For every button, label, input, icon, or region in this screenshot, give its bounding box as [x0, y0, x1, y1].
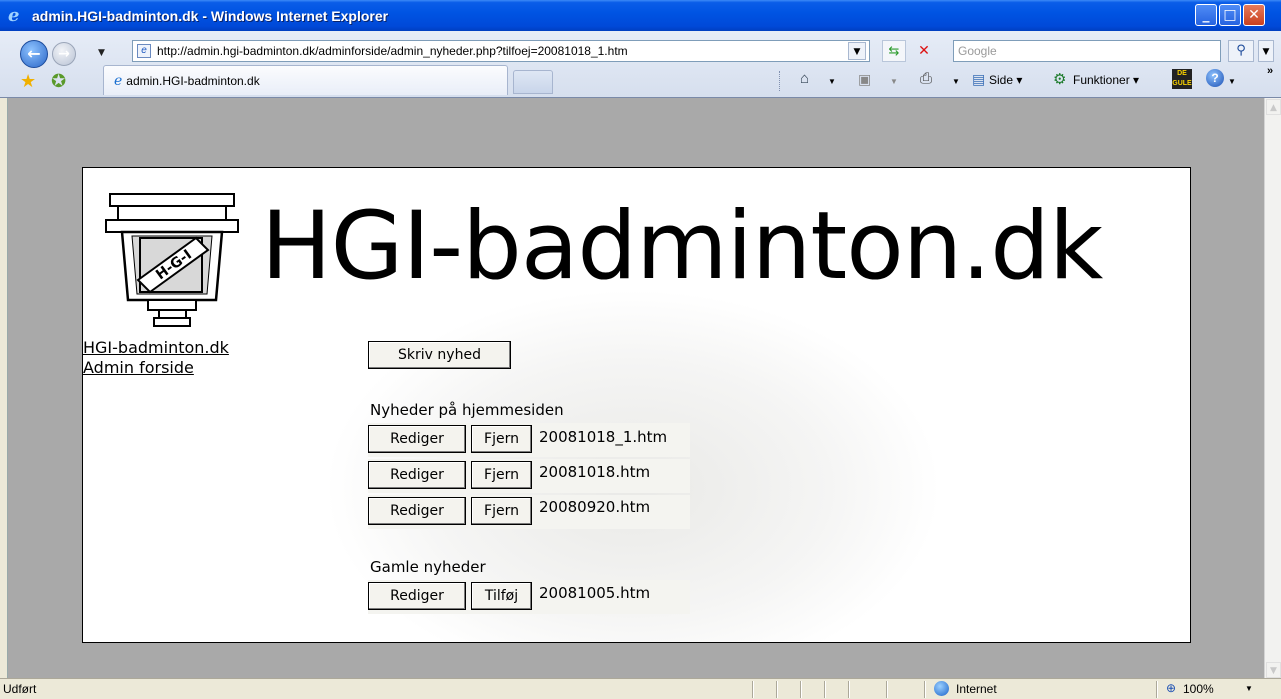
scroll-down-icon[interactable]: ▼: [1266, 662, 1281, 678]
address-dropdown-icon[interactable]: ▼: [848, 42, 866, 60]
zoom-magnifier-icon[interactable]: ⊕: [1166, 681, 1176, 695]
toolbar-separator: [779, 71, 780, 91]
status-divider: [824, 681, 826, 698]
zoom-level[interactable]: 100%: [1183, 682, 1214, 696]
remove-button[interactable]: Fjern: [471, 461, 532, 489]
address-bar[interactable]: e http://admin.hgi-badminton.dk/adminfor…: [132, 40, 870, 62]
history-dropdown-icon[interactable]: ▼: [98, 48, 105, 58]
hgi-logo: H-G-I: [105, 193, 239, 327]
close-button[interactable]: ✕: [1243, 4, 1265, 26]
news-filename: 20080920.htm: [539, 498, 651, 516]
news-filename: 20081018.htm: [539, 463, 651, 481]
window-titlebar: e admin.HGI-badminton.dk - Windows Inter…: [0, 0, 1281, 31]
edit-button[interactable]: Rediger: [368, 497, 466, 525]
print-icon[interactable]: ⎙: [920, 70, 932, 87]
status-divider: [886, 681, 888, 698]
site-heading: HGI-badminton.dk: [261, 192, 1103, 301]
ie-logo-icon: e: [8, 4, 20, 26]
window-title: admin.HGI-badminton.dk - Windows Interne…: [32, 7, 389, 24]
feeds-dropdown-icon[interactable]: ▼: [890, 77, 898, 86]
favorites-star-icon[interactable]: ★: [20, 71, 36, 92]
forward-button[interactable]: →: [52, 42, 76, 66]
maximize-button[interactable]: □: [1219, 4, 1241, 26]
status-divider: [800, 681, 802, 698]
zoom-dropdown-icon[interactable]: ▼: [1245, 684, 1253, 693]
old-news-filename: 20081005.htm: [539, 584, 651, 602]
link-hgi-badminton[interactable]: HGI-badminton.dk: [83, 338, 229, 357]
stop-button[interactable]: ✕: [912, 40, 936, 62]
tab-label: admin.HGI-badminton.dk: [126, 73, 260, 88]
security-zone-label: Internet: [956, 682, 997, 696]
frame-edge: [0, 98, 8, 679]
refresh-button[interactable]: ⇆: [882, 40, 906, 62]
news-filename: 20081018_1.htm: [539, 428, 668, 446]
current-news-heading: Nyheder på hjemmesiden: [370, 401, 564, 419]
address-url: http://admin.hgi-badminton.dk/adminforsi…: [157, 44, 628, 58]
status-divider: [848, 681, 850, 698]
edit-button[interactable]: Rediger: [368, 461, 466, 489]
page-favicon-icon: e: [137, 44, 151, 58]
page-menu-button[interactable]: Side ▾: [989, 73, 1022, 87]
add-favorite-icon[interactable]: ✪: [51, 71, 66, 92]
status-bar: Udført Internet ⊕ 100% ▼: [0, 678, 1281, 699]
tools-menu-label: Funktioner: [1073, 73, 1130, 87]
search-input[interactable]: Google: [953, 40, 1221, 62]
feeds-icon[interactable]: ▣: [858, 71, 871, 88]
home-icon[interactable]: ⌂: [800, 70, 809, 87]
help-dropdown-icon[interactable]: ▼: [1228, 77, 1236, 86]
new-tab-button[interactable]: [513, 70, 553, 94]
status-divider: [924, 681, 926, 698]
tab-favicon-icon: e: [114, 72, 123, 89]
write-news-button[interactable]: Skriv nyhed: [368, 341, 511, 369]
minimize-button[interactable]: _: [1195, 4, 1217, 26]
yellow-pages-icon[interactable]: DE GULE: [1172, 69, 1192, 89]
edit-button[interactable]: Rediger: [368, 582, 466, 610]
status-divider: [752, 681, 754, 698]
more-chevron-icon[interactable]: »: [1267, 65, 1273, 77]
tab-active[interactable]: e admin.HGI-badminton.dk: [103, 65, 508, 95]
browser-toolbar: ← → ▼ e http://admin.hgi-badminton.dk/ad…: [0, 31, 1281, 97]
tools-menu-button[interactable]: Funktioner ▾: [1073, 73, 1139, 87]
page-frame: H-G-I HGI-badminton.dk HGI-badminton.dk …: [82, 167, 1191, 643]
home-dropdown-icon[interactable]: ▼: [828, 77, 836, 86]
scroll-up-icon[interactable]: ▲: [1266, 99, 1281, 115]
old-news-heading: Gamle nyheder: [370, 558, 486, 576]
back-button[interactable]: ←: [20, 40, 48, 68]
status-text: Udført: [3, 682, 37, 696]
help-icon[interactable]: ?: [1206, 69, 1224, 87]
remove-button[interactable]: Fjern: [471, 497, 532, 525]
remove-button[interactable]: Fjern: [471, 425, 532, 453]
tools-gear-icon: ⚙: [1053, 71, 1067, 88]
search-icon[interactable]: ⚲: [1228, 40, 1254, 62]
page-icon: ▤: [972, 71, 986, 87]
page-menu-label: Side: [989, 73, 1014, 87]
browser-viewport: H-G-I HGI-badminton.dk HGI-badminton.dk …: [0, 97, 1281, 679]
vertical-scrollbar[interactable]: ▲ ▼: [1264, 98, 1281, 679]
status-divider: [776, 681, 778, 698]
internet-zone-globe-icon: [934, 681, 949, 696]
search-options-dropdown-icon[interactable]: ▼: [1258, 40, 1274, 62]
status-divider: [1156, 681, 1158, 698]
add-button[interactable]: Tilføj: [471, 582, 532, 610]
print-dropdown-icon[interactable]: ▼: [952, 77, 960, 86]
edit-button[interactable]: Rediger: [368, 425, 466, 453]
link-admin-forside[interactable]: Admin forside: [83, 358, 194, 377]
